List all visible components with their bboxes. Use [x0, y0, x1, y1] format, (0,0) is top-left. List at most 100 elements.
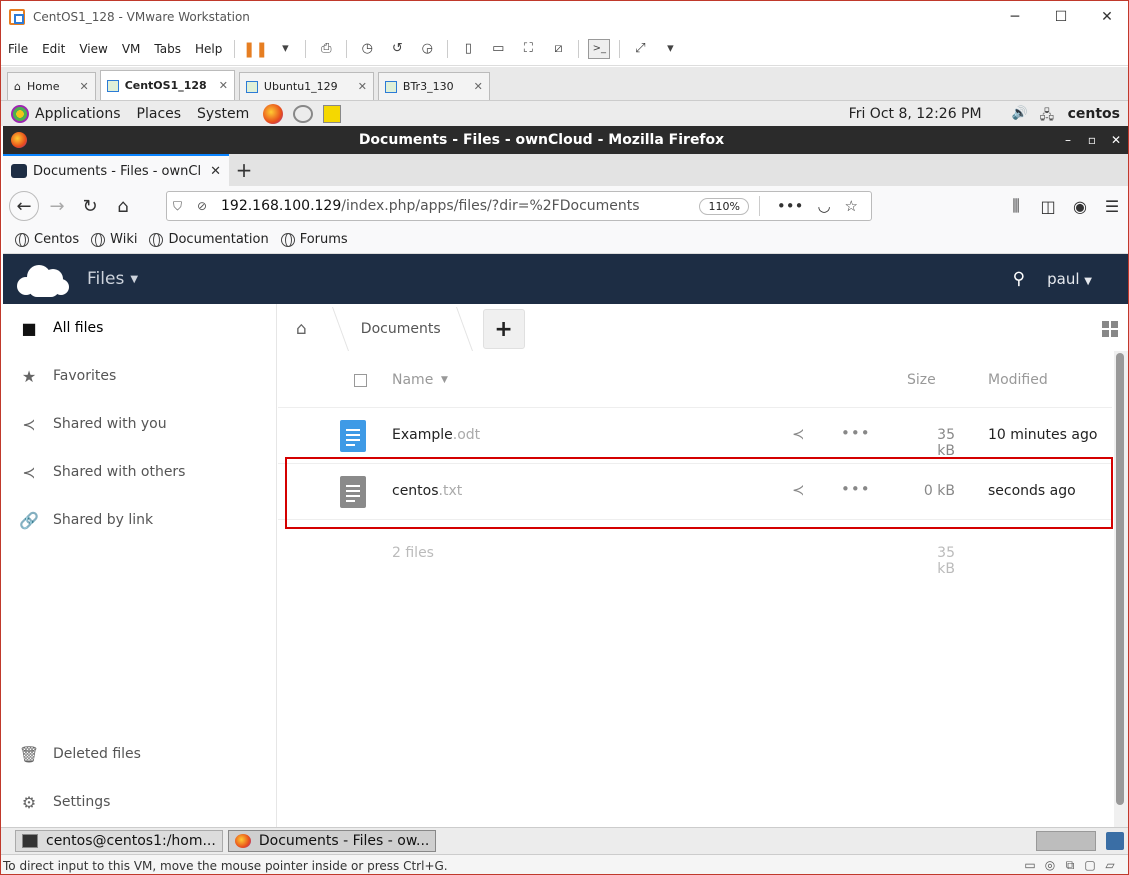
new-tab-button[interactable]: + [229, 158, 259, 182]
sidebar-item-deleted-files[interactable]: 🗑 Deleted files [3, 730, 277, 778]
column-size[interactable]: Size [907, 372, 936, 388]
zoom-indicator[interactable]: 110% [699, 197, 749, 215]
minimize-button[interactable]: – [1056, 133, 1080, 147]
tracking-shield-icon[interactable]: ⛉ [173, 199, 187, 213]
send-ctrl-alt-del-icon[interactable]: ⎙ [315, 39, 337, 59]
hamburger-menu-icon[interactable]: ☰ [1096, 197, 1128, 216]
menu-vm[interactable]: VM [115, 42, 148, 56]
close-tab-icon[interactable]: ✕ [358, 80, 367, 93]
network-icon[interactable]: 🖧 [1040, 106, 1060, 123]
app-menu-files[interactable]: Files [87, 269, 124, 289]
maximize-button[interactable]: ▫ [1080, 133, 1104, 147]
tab-btr3[interactable]: BTr3_130 ✕ [377, 72, 490, 100]
package-manager-icon[interactable] [293, 104, 314, 123]
scrollbar-thumb[interactable] [1116, 353, 1124, 805]
file-name[interactable]: Example.odt [392, 427, 480, 443]
sidebar-item-shared-with-others[interactable]: ≺ Shared with others [3, 448, 277, 496]
dropdown-caret-icon[interactable]: ▾ [274, 39, 296, 59]
menu-help[interactable]: Help [188, 42, 229, 56]
menu-system[interactable]: System [197, 106, 249, 122]
sidebar-item-shared-with-you[interactable]: ≺ Shared with you [3, 400, 277, 448]
library-view-icon[interactable]: ▯ [457, 39, 479, 59]
hard-disk-icon[interactable]: ▭ [1020, 858, 1040, 873]
grid-view-icon[interactable] [1102, 321, 1118, 337]
new-file-button[interactable]: + [482, 309, 525, 349]
url-bar[interactable]: ⛉ ⊘ 192.168.100.129 /index.php/apps/file… [166, 191, 872, 221]
caret-down-icon[interactable]: ▼ [130, 274, 138, 285]
share-icon[interactable]: ≺ [792, 425, 805, 443]
close-tab-icon[interactable]: ✕ [210, 164, 221, 179]
search-icon[interactable]: ⚲ [1013, 269, 1025, 289]
home-icon[interactable]: ⌂ [296, 319, 307, 339]
menu-tabs[interactable]: Tabs [147, 42, 188, 56]
unity-icon[interactable]: ⧄ [547, 39, 569, 59]
close-tab-icon[interactable]: ✕ [219, 79, 228, 92]
page-actions-icon[interactable]: ••• [777, 197, 804, 215]
sort-caret-icon[interactable]: ▼ [441, 375, 448, 385]
revert-snapshot-icon[interactable]: ↺ [386, 39, 408, 59]
message-icon[interactable]: ▱ [1100, 858, 1120, 873]
full-screen-icon[interactable]: ⛶ [517, 39, 539, 59]
taskbar-terminal[interactable]: centos@centos1:/hom... [15, 830, 223, 852]
network-adapter-icon[interactable]: ⧉ [1060, 858, 1080, 873]
back-button[interactable]: ← [9, 191, 39, 221]
close-tab-icon[interactable]: ✕ [474, 80, 483, 93]
bookmark-wiki[interactable]: Wiki [91, 232, 137, 247]
reload-button[interactable]: ↻ [75, 191, 105, 221]
volume-icon[interactable]: 🔊 [1012, 106, 1032, 122]
sidebar-item-settings[interactable]: ⚙ Settings [3, 778, 277, 826]
table-row[interactable]: Example.odt ≺ ••• 35 kB 10 minutes ago [278, 408, 1112, 464]
minimize-button[interactable]: ─ [992, 9, 1038, 25]
sidebar-item-favorites[interactable]: ★ Favorites [3, 352, 277, 400]
insecure-lock-icon[interactable]: ⊘ [197, 199, 211, 213]
column-name[interactable]: Name [392, 372, 433, 388]
menu-applications[interactable]: Applications [35, 106, 121, 122]
forward-button[interactable]: → [42, 191, 72, 221]
owncloud-logo-icon[interactable] [15, 261, 73, 297]
clock[interactable]: Fri Oct 8, 12:26 PM [849, 106, 982, 122]
tab-home[interactable]: ⌂ Home ✕ [7, 72, 96, 100]
maximize-button[interactable]: ☐ [1038, 9, 1084, 25]
menu-file[interactable]: File [1, 42, 35, 56]
menu-edit[interactable]: Edit [35, 42, 72, 56]
console-view-icon[interactable]: >_ [588, 38, 611, 59]
scrollbar[interactable] [1114, 351, 1128, 827]
trash-applet-icon[interactable] [1106, 832, 1124, 850]
snapshot-icon[interactable]: ◷ [356, 39, 378, 59]
firefox-launcher-icon[interactable] [263, 103, 284, 124]
library-icon[interactable]: ⫼ [1000, 196, 1032, 216]
close-tab-icon[interactable]: ✕ [79, 80, 88, 93]
user-menu[interactable]: paul ▼ [1047, 270, 1092, 288]
tab-centos1[interactable]: CentOS1_128 ✕ [99, 70, 235, 100]
account-icon[interactable]: ◉ [1064, 197, 1096, 216]
notes-icon[interactable] [323, 104, 342, 123]
menu-view[interactable]: View [72, 42, 114, 56]
bookmark-star-icon[interactable]: ☆ [845, 197, 858, 215]
thumbnail-view-icon[interactable]: ▭ [487, 39, 509, 59]
user-name[interactable]: centos [1068, 106, 1120, 122]
bookmark-centos[interactable]: Centos [15, 232, 79, 247]
stretch-dropdown-icon[interactable]: ▾ [659, 39, 681, 59]
browser-tab[interactable]: Documents - Files - ownCl ✕ [3, 154, 229, 186]
sidebar-item-shared-by-link[interactable]: 🔗 Shared by link [3, 496, 277, 544]
select-all-checkbox[interactable] [354, 374, 367, 387]
close-button[interactable]: ✕ [1104, 133, 1128, 147]
pocket-icon[interactable]: ◡ [817, 197, 830, 215]
bookmark-forums[interactable]: Forums [280, 232, 348, 247]
breadcrumb-documents[interactable]: Documents [361, 321, 441, 337]
sidebar-item-all-files[interactable]: ■ All files [3, 304, 277, 352]
more-actions-icon[interactable]: ••• [841, 424, 871, 442]
close-button[interactable]: ✕ [1084, 9, 1128, 25]
home-button[interactable]: ⌂ [108, 191, 138, 221]
taskbar-firefox[interactable]: Documents - Files - ow... [227, 830, 437, 852]
sidebar-toggle-icon[interactable]: ◫ [1032, 197, 1064, 216]
snapshot-manager-icon[interactable]: ◶ [416, 39, 438, 59]
workspace-switcher[interactable] [1036, 831, 1096, 851]
bookmark-documentation[interactable]: Documentation [149, 232, 269, 247]
display-icon[interactable]: ▢ [1080, 858, 1100, 873]
column-modified[interactable]: Modified [988, 372, 1048, 388]
tab-ubuntu1[interactable]: Ubuntu1_129 ✕ [238, 72, 374, 100]
cd-icon[interactable]: ◎ [1040, 858, 1060, 873]
pause-icon[interactable]: ❚❚ [243, 39, 268, 59]
stretch-icon[interactable]: ⤢ [629, 39, 651, 59]
